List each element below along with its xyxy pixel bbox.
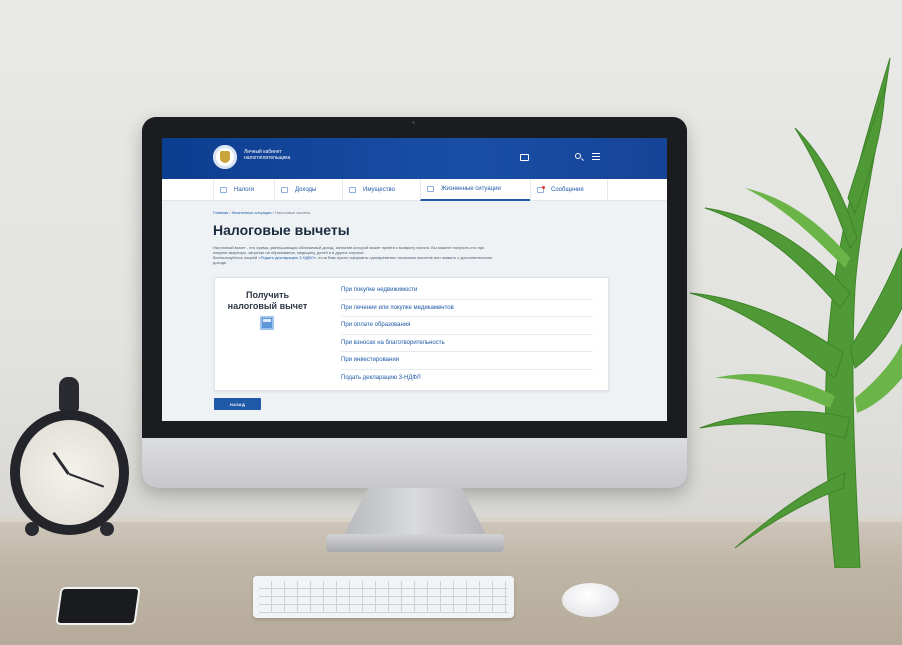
keyboard-keys [259, 581, 508, 613]
clock-leg-left [25, 522, 39, 536]
nav-item-messages[interactable]: Сообщения [530, 179, 608, 201]
nav-item-taxes[interactable]: Налоги [213, 179, 274, 201]
breadcrumb-separator: / [272, 210, 274, 215]
main-nav: Налоги Доходы Имущество Жизненные ситуац… [162, 179, 667, 201]
intro-text: Налоговый вычет - это сумма, уменьшающая… [213, 245, 603, 265]
nav-label: Имущество [363, 187, 395, 193]
people-icon [427, 186, 434, 192]
document-icon [220, 187, 227, 193]
webcam [412, 121, 415, 124]
breadcrumb-current: Налоговые вычеты [274, 210, 311, 215]
intro-text-span: , если Вам нужно оформить одновременно н… [315, 255, 492, 260]
back-button[interactable]: НАЗАД [214, 398, 261, 410]
breadcrumb-section[interactable]: Жизненные ситуации [232, 210, 272, 215]
search-icon[interactable] [575, 153, 581, 159]
coins-icon [281, 187, 288, 193]
clock-bell [59, 377, 79, 411]
calculator-icon [260, 316, 274, 330]
link-charity[interactable]: При взносах на благотворительность [341, 335, 593, 352]
wallet-icon[interactable] [520, 154, 529, 161]
deduction-links: При покупке недвижимости При лечении или… [341, 282, 593, 387]
smartphone [55, 587, 141, 625]
breadcrumb: Главная / Жизненные ситуации / Налоговые… [213, 210, 310, 215]
nav-label: Жизненные ситуации [441, 186, 501, 192]
declaration-inline-link[interactable]: «Подать декларацию 3-НДФЛ» [258, 255, 316, 260]
mouse [562, 583, 619, 617]
breadcrumb-home[interactable]: Главная [213, 210, 228, 215]
monitor-stand-base [326, 534, 504, 552]
brand-line-2: налогоплательщика [244, 155, 291, 161]
card-heading: Получить налоговый вычет [215, 290, 320, 312]
envelope-icon [537, 186, 545, 193]
deduction-card: Получить налоговый вычет При покупке нед… [214, 277, 609, 391]
breadcrumb-separator: / [229, 210, 231, 215]
clock-leg-right [100, 522, 114, 536]
link-investment[interactable]: При инвестировании [341, 352, 593, 370]
nav-label: Сообщения [551, 187, 584, 193]
intro-line: доходе. [213, 260, 228, 265]
keyboard [253, 576, 514, 618]
link-declaration-3ndfl[interactable]: Подать декларацию 3-НДФЛ [341, 370, 593, 388]
header-bar: Личный кабинет налогоплательщика [162, 138, 667, 179]
brand-title[interactable]: Личный кабинет налогоплательщика [244, 149, 290, 161]
nav-item-life-situations[interactable]: Жизненные ситуации [420, 179, 530, 201]
screen: Личный кабинет налогоплательщика Налоги … [162, 138, 667, 421]
hamburger-menu-icon[interactable] [592, 153, 600, 160]
nav-label: Доходы [295, 187, 317, 193]
monitor-stand [342, 488, 488, 538]
house-icon [349, 187, 356, 193]
fern-plant [689, 57, 902, 568]
link-property-purchase[interactable]: При покупке недвижимости [341, 282, 593, 300]
nav-item-income[interactable]: Доходы [274, 179, 342, 201]
nav-item-property[interactable]: Имущество [342, 179, 420, 201]
link-education[interactable]: При оплате образования [341, 317, 593, 335]
page-title: Налоговые вычеты [213, 222, 350, 238]
fns-emblem-icon[interactable] [213, 145, 237, 169]
nav-label: Налоги [234, 187, 255, 193]
monitor-chin [142, 438, 687, 488]
card-heading-line: Получить [245, 290, 290, 300]
link-medical[interactable]: При лечении или покупке медикаментов [341, 300, 593, 317]
card-heading-line: налоговый вычет [227, 301, 308, 311]
